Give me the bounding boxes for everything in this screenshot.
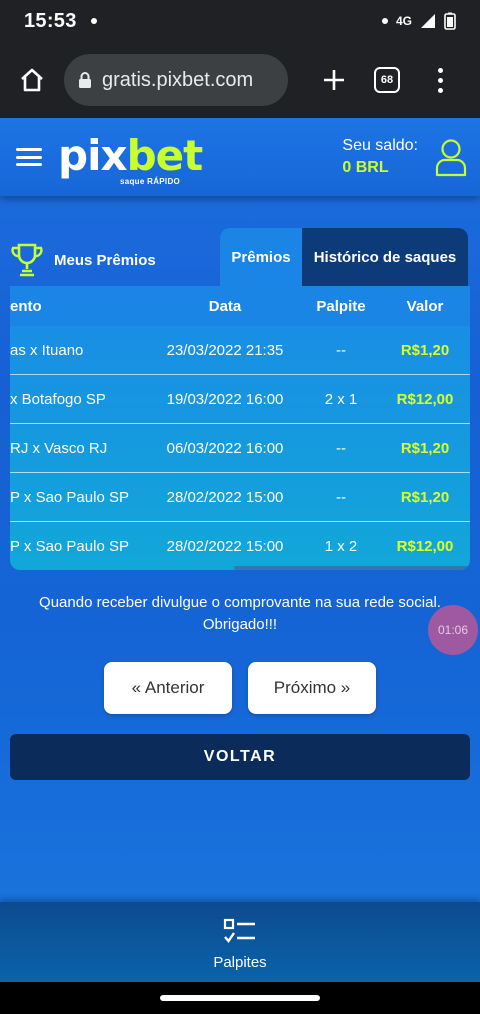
plus-icon [324, 70, 344, 90]
date-cell: 06/03/2022 16:00 [166, 439, 284, 457]
my-prizes-heading: Meus Prêmios [10, 234, 220, 286]
guess-cell: -- [336, 439, 346, 457]
table-row: as x Ituano 23/03/2022 21:35 -- R$1,20 [10, 326, 470, 375]
value-cell: R$12,00 [396, 390, 454, 408]
guess-cell: 2 x 1 [324, 390, 358, 408]
guess-cell: -- [336, 488, 346, 506]
date-cell: 28/02/2022 15:00 [166, 537, 284, 555]
table-header: ento Data Palpite Valor [10, 286, 470, 326]
date-cell: 23/03/2022 21:35 [166, 341, 284, 359]
column-date: Data [208, 297, 242, 315]
url-text: gratis.pixbet.com [102, 68, 254, 91]
checklist-icon [223, 918, 255, 943]
my-prizes-label: Meus Prêmios [54, 251, 156, 269]
home-indicator[interactable] [160, 995, 320, 1001]
logo-tagline: saque RÁPIDO [120, 177, 181, 186]
address-bar[interactable]: gratis.pixbet.com [64, 54, 288, 106]
dot-icon [381, 18, 388, 24]
notification-dot [90, 18, 97, 24]
table-row: x Botafogo SP 19/03/2022 16:00 2 x 1 R$1… [10, 375, 470, 424]
table-row: RJ x Vasco RJ 06/03/2022 16:00 -- R$1,20 [10, 424, 470, 473]
home-icon [21, 68, 43, 92]
next-page-button[interactable]: Próximo » [248, 662, 376, 714]
notice-text: Quando receber divulgue o comprovante na… [39, 594, 441, 633]
hamburger-menu-icon[interactable] [16, 148, 42, 166]
user-icon[interactable] [434, 137, 468, 177]
column-guess: Palpite [316, 297, 366, 315]
pixbet-logo[interactable]: pixbet saque RÁPIDO [58, 127, 203, 187]
value-cell: R$12,00 [396, 537, 454, 555]
event-cell: RJ x Vasco RJ [10, 439, 108, 457]
network-type: 4G [395, 14, 412, 28]
event-cell: as x Ituano [10, 341, 84, 359]
browser-toolbar: gratis.pixbet.com 68 [0, 42, 480, 118]
tab-historico-saques[interactable]: Histórico de saques [302, 228, 468, 286]
column-event: ento [10, 297, 42, 315]
date-cell: 28/02/2022 15:00 [166, 488, 284, 506]
status-bar: 15:53 4G [0, 0, 480, 42]
signal-icon [421, 14, 435, 28]
battery-icon [444, 12, 456, 30]
lock-icon [79, 72, 91, 88]
app-header: pixbet saque RÁPIDO Seu saldo: 0 BRL [0, 118, 480, 196]
table-row: P x Sao Paulo SP 28/02/2022 15:00 1 x 2 … [10, 522, 470, 570]
guess-cell: -- [336, 341, 346, 359]
value-cell: R$1,20 [400, 341, 450, 359]
more-vert-icon [437, 67, 443, 73]
prizes-tabs: Meus Prêmios Prêmios Histórico de saques [10, 228, 470, 286]
app-container: pixbet saque RÁPIDO Seu saldo: 0 BRL Meu… [0, 118, 480, 1014]
event-cell: x Botafogo SP [10, 390, 106, 408]
date-cell: 19/03/2022 16:00 [166, 390, 284, 408]
event-cell: P x Sao Paulo SP [10, 537, 129, 555]
logo-part2: bet [126, 131, 204, 180]
browser-menu-button[interactable] [430, 60, 450, 100]
logo-part1: pix [58, 131, 128, 180]
back-button[interactable]: VOLTAR [10, 734, 470, 780]
tab-premios[interactable]: Prêmios [220, 228, 302, 286]
gesture-bar [0, 982, 480, 1014]
previous-page-button[interactable]: « Anterior [104, 662, 232, 714]
table-scrollbar[interactable] [234, 566, 470, 570]
nav-label-palpites: Palpites [213, 954, 267, 971]
pagination: « Anterior Próximo » [104, 662, 376, 714]
status-icons: 4G [381, 12, 456, 30]
trophy-icon [11, 243, 43, 277]
nav-item-palpites[interactable]: Palpites [200, 914, 280, 971]
balance-value: 0 BRL [342, 159, 389, 176]
table-row: P x Sao Paulo SP 28/02/2022 15:00 -- R$1… [10, 473, 470, 522]
tab-switcher-button[interactable]: 68 [374, 67, 400, 93]
column-value: Valor [406, 297, 444, 315]
new-tab-button[interactable] [314, 60, 354, 100]
balance: Seu saldo: 0 BRL [342, 137, 418, 177]
value-cell: R$1,20 [400, 488, 450, 506]
home-button[interactable] [12, 60, 52, 100]
prizes-table[interactable]: ento Data Palpite Valor as x Ituano 23/0… [10, 286, 470, 570]
guess-cell: 1 x 2 [324, 537, 358, 555]
event-cell: P x Sao Paulo SP [10, 488, 129, 506]
value-cell: R$1,20 [400, 439, 450, 457]
balance-label: Seu saldo: [342, 137, 418, 154]
status-time: 15:53 [24, 9, 77, 32]
